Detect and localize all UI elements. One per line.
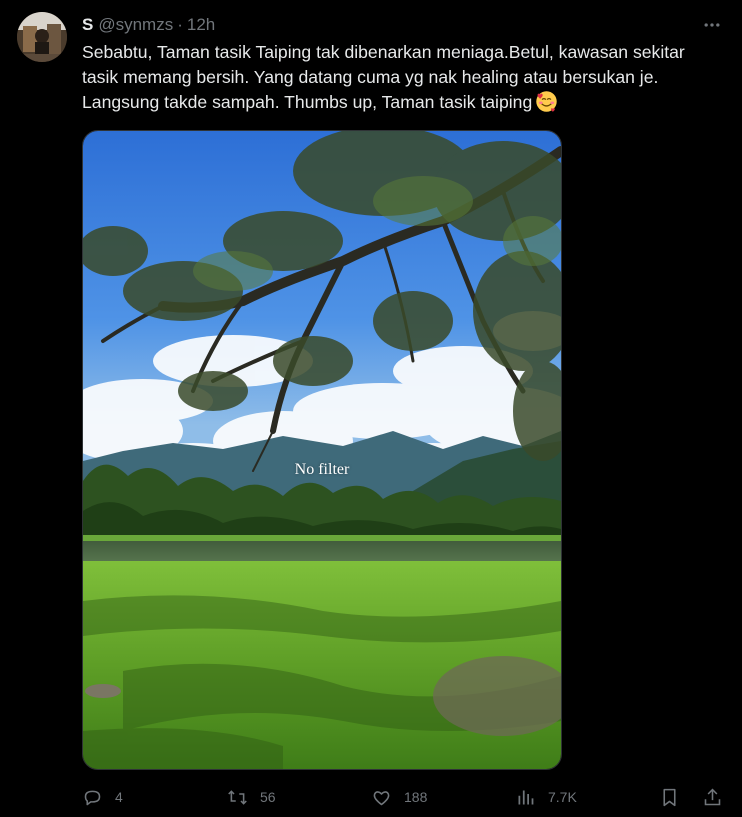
reply-button[interactable]: 4 — [82, 785, 123, 809]
views-button[interactable]: 7.7K — [515, 785, 577, 809]
display-name[interactable]: S — [82, 15, 93, 35]
avatar-image — [17, 12, 67, 62]
repost-count: 56 — [260, 789, 276, 805]
repost-icon — [228, 789, 247, 805]
more-horizontal-icon — [704, 23, 720, 27]
photo-overlay-text: No filter — [294, 461, 350, 478]
reply-count: 4 — [115, 789, 123, 805]
share-icon — [704, 788, 721, 805]
share-button[interactable] — [702, 785, 723, 809]
repost-button[interactable]: 56 — [227, 785, 276, 809]
heart-icon — [373, 790, 390, 805]
bookmark-icon — [663, 788, 676, 806]
view-count: 7.7K — [548, 789, 577, 805]
like-button[interactable]: 188 — [371, 785, 427, 809]
tweet-header: S @synmzs · 12h — [82, 14, 215, 36]
like-count: 188 — [404, 789, 428, 805]
user-handle[interactable]: @synmzs — [98, 15, 173, 35]
timestamp[interactable]: 12h — [187, 15, 215, 35]
smiling-face-with-hearts-emoji — [536, 91, 557, 112]
lake-park-photo — [83, 131, 561, 769]
analytics-icon — [518, 790, 534, 804]
tweet-photo[interactable]: No filter — [82, 130, 562, 770]
bookmark-button[interactable] — [659, 785, 680, 809]
tweet-actions: 4 56 188 7.7K — [82, 785, 727, 809]
separator-dot: · — [177, 15, 183, 34]
tweet-text: Sebabtu, Taman tasik Taiping tak dibenar… — [82, 40, 722, 115]
tweet-body: Sebabtu, Taman tasik Taiping tak dibenar… — [82, 42, 685, 112]
reply-icon — [84, 790, 101, 805]
avatar[interactable] — [17, 12, 67, 62]
more-button[interactable] — [700, 14, 724, 36]
